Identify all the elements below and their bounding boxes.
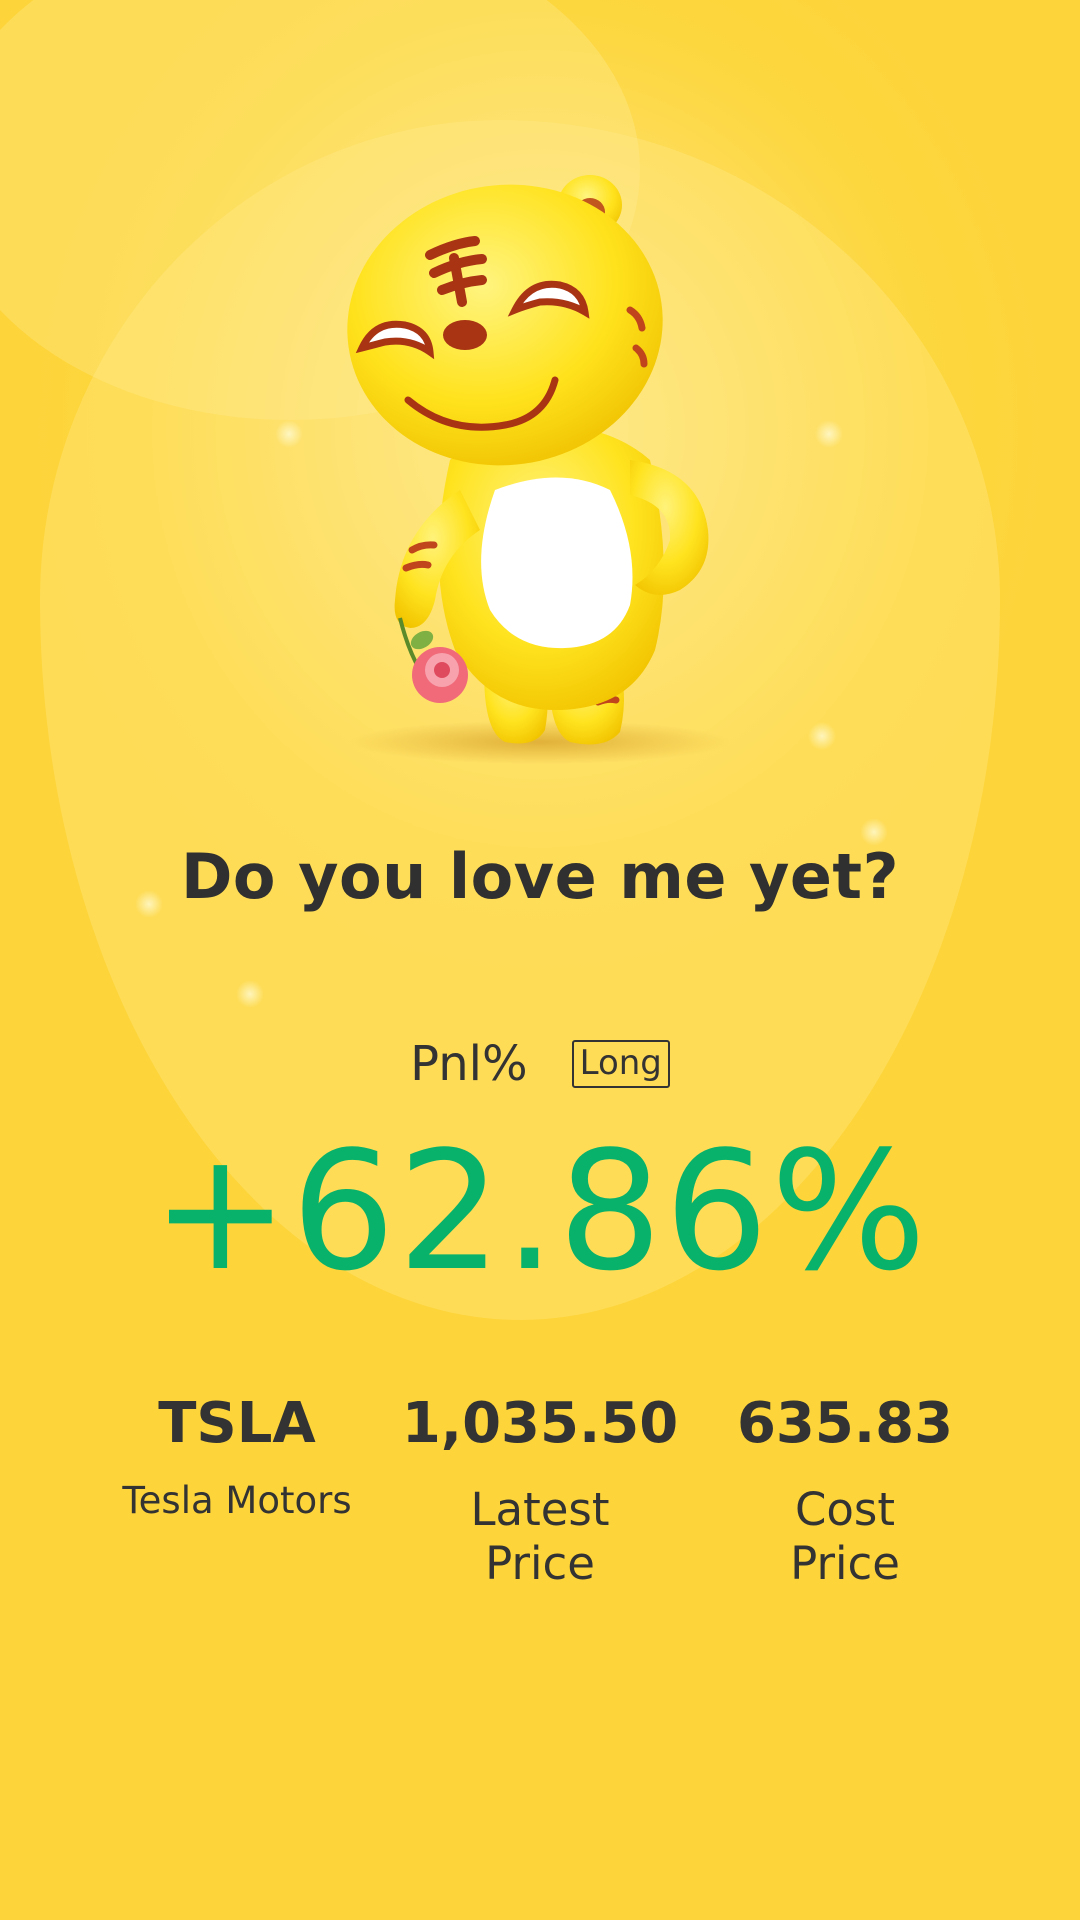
pnl-value: +62.86% [151,1116,929,1307]
pnl-label: Pnl% [410,1036,528,1092]
share-card-screen: Do you love me yet? Pnl% Long +62.86% TS… [0,0,1080,1920]
latest-price-value: 1,035.50 [401,1391,679,1456]
cost-price-value: 635.83 [736,1391,954,1456]
stats-row: TSLA Tesla Motors 1,035.50 Latest Price … [0,1390,1080,1610]
symbol-label: Tesla Motors [122,1479,352,1523]
headline: Do you love me yet? [180,840,900,913]
cost-price-label: Cost Price [790,1483,900,1591]
symbol-value: TSLA [158,1391,316,1456]
sparkle-decoration [275,420,303,448]
position-badge: Long [571,1040,670,1088]
latest-price-label: Latest Price [470,1483,610,1591]
stat-cost-price: 635.83 Cost Price [695,1390,995,1591]
tiger-mascot-illustration [330,170,750,770]
stat-symbol: TSLA Tesla Motors [87,1390,387,1524]
stat-latest-price: 1,035.50 Latest Price [390,1390,690,1591]
sparkle-decoration [808,722,836,750]
sparkle-decoration [236,980,264,1008]
pnl-header-row: Pnl% Long [0,1036,1080,1092]
sparkle-decoration [815,420,843,448]
